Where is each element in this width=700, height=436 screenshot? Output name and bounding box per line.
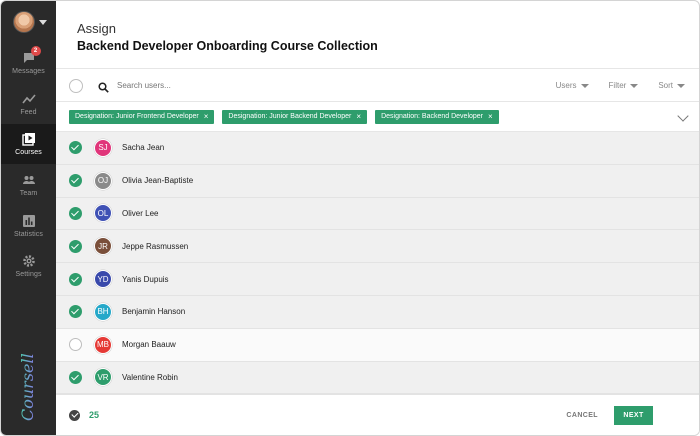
list-item[interactable]: OJ Olivia Jean-Baptiste: [56, 164, 699, 198]
message-icon: 2: [22, 46, 41, 65]
chevron-down-icon[interactable]: [677, 110, 689, 122]
sidebar-item-label: Team: [19, 190, 38, 197]
filter-chip-label: Designation: Backend Developer: [381, 113, 484, 120]
close-icon[interactable]: ×: [488, 112, 493, 121]
user-list: SJ Sacha Jean OJ Olivia Jean-Baptiste OL Oliv…: [56, 132, 699, 396]
list-item[interactable]: MB Morgan Baauw: [56, 328, 699, 362]
user-checkbox[interactable]: [69, 141, 82, 155]
notification-badge: 2: [30, 46, 41, 56]
sidebar-item-courses[interactable]: Courses: [1, 124, 56, 164]
feed-icon: [21, 92, 36, 106]
sidebar-item-label: Courses: [15, 149, 42, 156]
user-name: Valentine Robin: [122, 372, 178, 382]
avatar: MB: [94, 335, 112, 354]
page-title: Backend Developer Onboarding Course Coll…: [77, 39, 378, 53]
search-input[interactable]: [117, 81, 317, 90]
sidebar-item-label: Messages: [12, 68, 45, 75]
user-checkbox[interactable]: [69, 239, 82, 253]
user-name: Oliver Lee: [122, 208, 159, 218]
filter-chip[interactable]: Designation: Junior Frontend Developer ×: [69, 109, 215, 124]
user-name: Yanis Dupuis: [122, 274, 169, 284]
filter-chip-label: Designation: Junior Backend Developer: [228, 113, 352, 120]
avatar[interactable]: [13, 11, 35, 33]
sidebar: 2 Messages Feed Courses Team Statistics …: [1, 1, 56, 435]
filter-chip[interactable]: Designation: Junior Backend Developer ×: [222, 109, 368, 124]
user-checkbox[interactable]: [69, 272, 82, 286]
list-toolbar: Users Filter Sort: [56, 70, 699, 102]
list-item[interactable]: JR Jeppe Rasmussen: [56, 230, 699, 264]
svg-text:Coursello: Coursello: [18, 353, 37, 421]
sidebar-item-team[interactable]: Team: [1, 165, 56, 205]
statistics-icon: [22, 214, 36, 228]
user-name: Benjamin Hanson: [122, 307, 186, 317]
chevron-down-icon: [630, 83, 639, 88]
close-icon[interactable]: ×: [356, 112, 361, 121]
user-name: Sacha Jean: [122, 143, 165, 153]
sidebar-item-statistics[interactable]: Statistics: [1, 206, 56, 246]
next-button[interactable]: NEXT: [614, 405, 653, 425]
avatar: BH: [94, 302, 112, 321]
list-item[interactable]: OL Oliver Lee: [56, 197, 699, 231]
select-all-checkbox[interactable]: [69, 78, 83, 93]
cancel-button[interactable]: CANCEL: [566, 412, 598, 419]
user-name: Morgan Baauw: [122, 340, 176, 350]
brand-logo: Coursello: [15, 344, 41, 423]
list-item[interactable]: VR Valentine Robin: [56, 361, 699, 395]
app-window: 2 Messages Feed Courses Team Statistics …: [0, 0, 700, 436]
team-icon: [22, 173, 36, 187]
page-action-label: Assign: [77, 21, 117, 36]
avatar: OL: [94, 204, 112, 223]
sidebar-item-messages[interactable]: 2 Messages: [1, 43, 56, 83]
sidebar-item-feed[interactable]: Feed: [1, 84, 56, 124]
check-circle-icon: [69, 409, 80, 421]
footer-bar: 25 CANCEL NEXT: [56, 394, 699, 435]
filter-chip[interactable]: Designation: Backend Developer ×: [375, 109, 499, 124]
profile-menu[interactable]: [13, 11, 47, 33]
user-checkbox[interactable]: [69, 206, 82, 220]
chevron-down-icon: [580, 83, 589, 88]
sidebar-item-label: Feed: [20, 109, 37, 116]
close-icon[interactable]: ×: [204, 112, 209, 121]
sidebar-item-label: Settings: [15, 271, 42, 278]
toolbar-dropdowns: Users Filter Sort: [536, 81, 685, 90]
settings-icon: [22, 254, 36, 268]
user-name: Olivia Jean-Baptiste: [122, 176, 194, 186]
user-checkbox[interactable]: [69, 370, 82, 384]
avatar: OJ: [94, 171, 112, 190]
users-dropdown-label: Users: [555, 81, 577, 90]
active-filters: Designation: Junior Frontend Developer ×…: [56, 102, 699, 132]
sort-dropdown[interactable]: Sort: [658, 81, 685, 90]
list-item[interactable]: YD Yanis Dupuis: [56, 263, 699, 296]
chevron-down-icon: [677, 83, 685, 88]
search-icon: [98, 80, 109, 93]
sidebar-item-settings[interactable]: Settings: [1, 246, 56, 286]
user-checkbox[interactable]: [69, 305, 82, 319]
filter-chip-label: Designation: Junior Frontend Developer: [75, 113, 199, 120]
avatar: VR: [94, 368, 112, 387]
caret-down-icon[interactable]: [39, 19, 47, 25]
sidebar-item-label: Statistics: [13, 231, 43, 238]
users-dropdown[interactable]: Users: [556, 81, 589, 90]
avatar: JR: [94, 237, 112, 256]
filter-dropdown[interactable]: Filter: [609, 81, 639, 90]
avatar: SJ: [94, 138, 112, 157]
filter-dropdown-label: Filter: [608, 81, 627, 90]
user-checkbox[interactable]: [69, 338, 82, 352]
courses-icon: [21, 132, 36, 146]
list-item[interactable]: SJ Sacha Jean: [56, 132, 699, 165]
page-header: Assign Backend Developer Onboarding Cour…: [56, 1, 699, 69]
user-checkbox[interactable]: [69, 174, 82, 188]
selected-count: 25: [89, 410, 100, 420]
user-name: Jeppe Rasmussen: [122, 241, 189, 251]
sort-dropdown-label: Sort: [658, 81, 673, 90]
list-item[interactable]: BH Benjamin Hanson: [56, 295, 699, 329]
avatar: YD: [94, 270, 112, 289]
